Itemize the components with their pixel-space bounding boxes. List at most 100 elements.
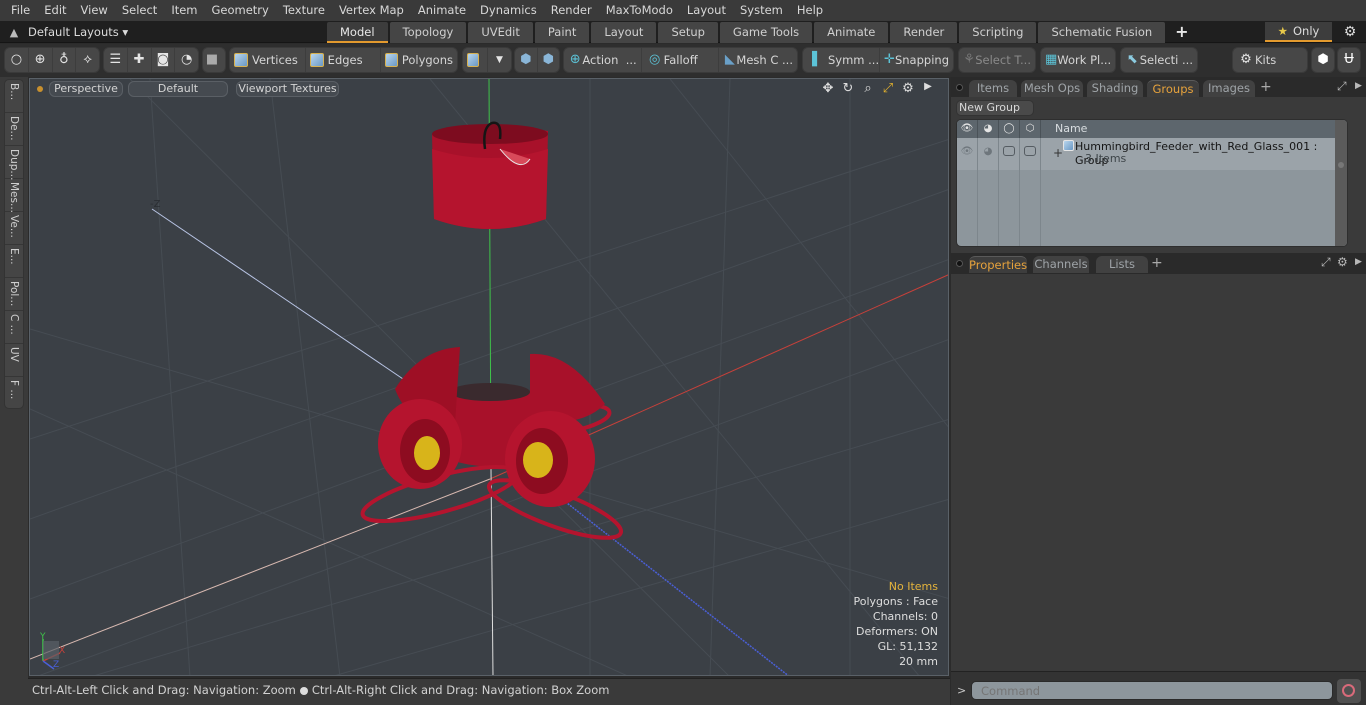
material-button[interactable]	[463, 48, 488, 72]
kits-button[interactable]: ⚙ Kits	[1232, 47, 1308, 73]
lasso-button[interactable]: ⟡	[76, 48, 99, 72]
edges-button[interactable]: Edges	[306, 48, 382, 72]
polygons-button[interactable]: Polygons	[381, 48, 457, 72]
viewport-gear-icon[interactable]: ⚙	[900, 81, 916, 96]
row-render-icon[interactable]: ◕	[978, 138, 999, 170]
tab-schematic-fusion[interactable]: Schematic Fusion	[1038, 22, 1166, 43]
select-column-icon[interactable]: ⬡	[1020, 120, 1041, 138]
vtab-mesh-edit[interactable]: Mes...	[5, 179, 23, 213]
tab-animate[interactable]: Animate	[814, 22, 889, 43]
add-tab-button[interactable]: +	[1167, 22, 1196, 43]
tab-setup[interactable]: Setup	[658, 22, 718, 43]
material-dropdown[interactable]: ▼	[488, 48, 511, 72]
menu-select[interactable]: Select	[115, 0, 164, 21]
pivot-button[interactable]: ⬢	[515, 48, 538, 72]
symmetry-button[interactable]: ▐ Symm ...	[803, 48, 880, 72]
menu-geometry[interactable]: Geometry	[205, 0, 276, 21]
add-panel-tab-button[interactable]: +	[1260, 79, 1272, 95]
zoom-icon[interactable]: ⌕	[860, 81, 876, 96]
cross-button[interactable]: ✚	[128, 48, 152, 72]
viewport-menu-dot[interactable]	[37, 86, 43, 92]
panel-menu-dot[interactable]	[956, 84, 963, 91]
menu-dynamics[interactable]: Dynamics	[473, 0, 544, 21]
pen-button[interactable]: ♁	[53, 48, 77, 72]
align-button[interactable]: ☰	[104, 48, 128, 72]
menu-help[interactable]: Help	[790, 0, 830, 21]
tab-model[interactable]: Model	[327, 22, 388, 43]
textures-button[interactable]: Viewport Textures	[236, 81, 339, 97]
panel-menu-dot[interactable]	[956, 260, 963, 267]
vtab-duplicate[interactable]: Dup...	[5, 146, 23, 180]
group-row[interactable]: 👁 ◕ + Hummingbird_Feeder_with_Red_Glass_…	[957, 138, 1347, 170]
menu-render[interactable]: Render	[544, 0, 599, 21]
maximize-icon[interactable]: ⤢	[1337, 79, 1347, 94]
tab-images[interactable]: Images	[1203, 80, 1255, 97]
tab-groups[interactable]: Groups	[1147, 80, 1199, 97]
select-through-button[interactable]: ⚘ Select T...	[958, 47, 1036, 73]
vtab-uv[interactable]: UV	[5, 344, 23, 377]
box-kit-button[interactable]: ⬢	[1311, 47, 1335, 73]
add-panel-tab-button[interactable]: +	[1151, 255, 1163, 271]
menu-file[interactable]: File	[4, 0, 37, 21]
row-select-toggle[interactable]	[1020, 138, 1041, 170]
record-macro-button[interactable]	[1337, 679, 1361, 703]
fit-icon[interactable]: ⤢	[880, 81, 896, 96]
row-visibility-icon[interactable]: 👁	[957, 138, 978, 170]
menu-vertex-map[interactable]: Vertex Map	[332, 0, 411, 21]
pan-icon[interactable]: ✥	[820, 81, 836, 96]
menu-system[interactable]: System	[733, 0, 790, 21]
row-lock-toggle[interactable]	[999, 138, 1020, 170]
item-mode-button[interactable]: ■	[202, 47, 226, 73]
view-mode-button[interactable]: Perspective	[49, 81, 123, 97]
snapping-button[interactable]: ✛ Snapping	[880, 48, 953, 72]
circle-select-button[interactable]: ○	[5, 48, 29, 72]
frame-button[interactable]: ◙	[152, 48, 176, 72]
visibility-column-icon[interactable]: 👁	[957, 120, 978, 138]
globe-button[interactable]: ⊕	[29, 48, 53, 72]
gear-icon[interactable]: ⚙	[1340, 22, 1360, 42]
menu-item[interactable]: Item	[164, 0, 204, 21]
only-toggle[interactable]: ★ Only	[1265, 22, 1332, 42]
tab-lists[interactable]: Lists	[1096, 256, 1148, 273]
menu-view[interactable]: View	[74, 0, 115, 21]
panel-arrow-icon[interactable]: ▶	[1355, 81, 1362, 91]
tab-scripting[interactable]: Scripting	[959, 22, 1037, 43]
center-button[interactable]: ⬢	[538, 48, 560, 72]
name-column-header[interactable]: Name	[1041, 120, 1087, 138]
group-list-scrollbar[interactable]	[1335, 120, 1347, 246]
tab-channels[interactable]: Channels	[1033, 256, 1089, 273]
panel-gear-icon[interactable]: ⚙	[1337, 255, 1348, 269]
tab-topology[interactable]: Topology	[389, 22, 467, 43]
vtab-basic[interactable]: B...	[5, 80, 23, 113]
menu-edit[interactable]: Edit	[37, 0, 73, 21]
tab-shading[interactable]: Shading	[1087, 80, 1143, 97]
collapse-up-icon[interactable]: ▲	[0, 26, 28, 39]
selection-sets-button[interactable]: ⬉ Selecti ...	[1120, 47, 1198, 73]
render-column-icon[interactable]: ◕	[978, 120, 999, 138]
tab-layout[interactable]: Layout	[591, 22, 657, 43]
tab-mesh-ops[interactable]: Mesh Ops	[1021, 80, 1083, 97]
tab-paint[interactable]: Paint	[534, 22, 590, 43]
lock-column-icon[interactable]: ◯	[999, 120, 1020, 138]
unreal-button[interactable]: Ʉ	[1337, 47, 1361, 73]
vtab-deform[interactable]: De...	[5, 113, 23, 146]
work-plane-button[interactable]: ▦ Work Pl...	[1040, 47, 1116, 73]
tab-items[interactable]: Items	[969, 80, 1017, 97]
tab-game-tools[interactable]: Game Tools	[719, 22, 813, 43]
action-button[interactable]: ⊕ Action ...	[564, 48, 642, 72]
gauge-button[interactable]: ◔	[175, 48, 198, 72]
vtab-edge[interactable]: E...	[5, 245, 23, 278]
menu-texture[interactable]: Texture	[276, 0, 332, 21]
command-input[interactable]	[971, 681, 1333, 700]
vtab-curve[interactable]: C ...	[5, 311, 23, 344]
shading-button[interactable]: Default	[128, 81, 228, 97]
new-group-button[interactable]: New Group	[956, 100, 1034, 116]
maximize-icon[interactable]: ⤢	[1321, 255, 1331, 270]
menu-maxtomodo[interactable]: MaxToModo	[599, 0, 680, 21]
3d-viewport[interactable]: -Z Y X Z Perspective Default Viewport Te…	[29, 78, 949, 676]
panel-arrow-icon[interactable]: ▶	[1355, 257, 1362, 267]
vtab-polygon[interactable]: Pol...	[5, 278, 23, 311]
vtab-fusion[interactable]: F ...	[5, 377, 23, 410]
tab-properties[interactable]: Properties	[969, 256, 1027, 273]
tab-uvedit[interactable]: UVEdit	[468, 22, 533, 43]
